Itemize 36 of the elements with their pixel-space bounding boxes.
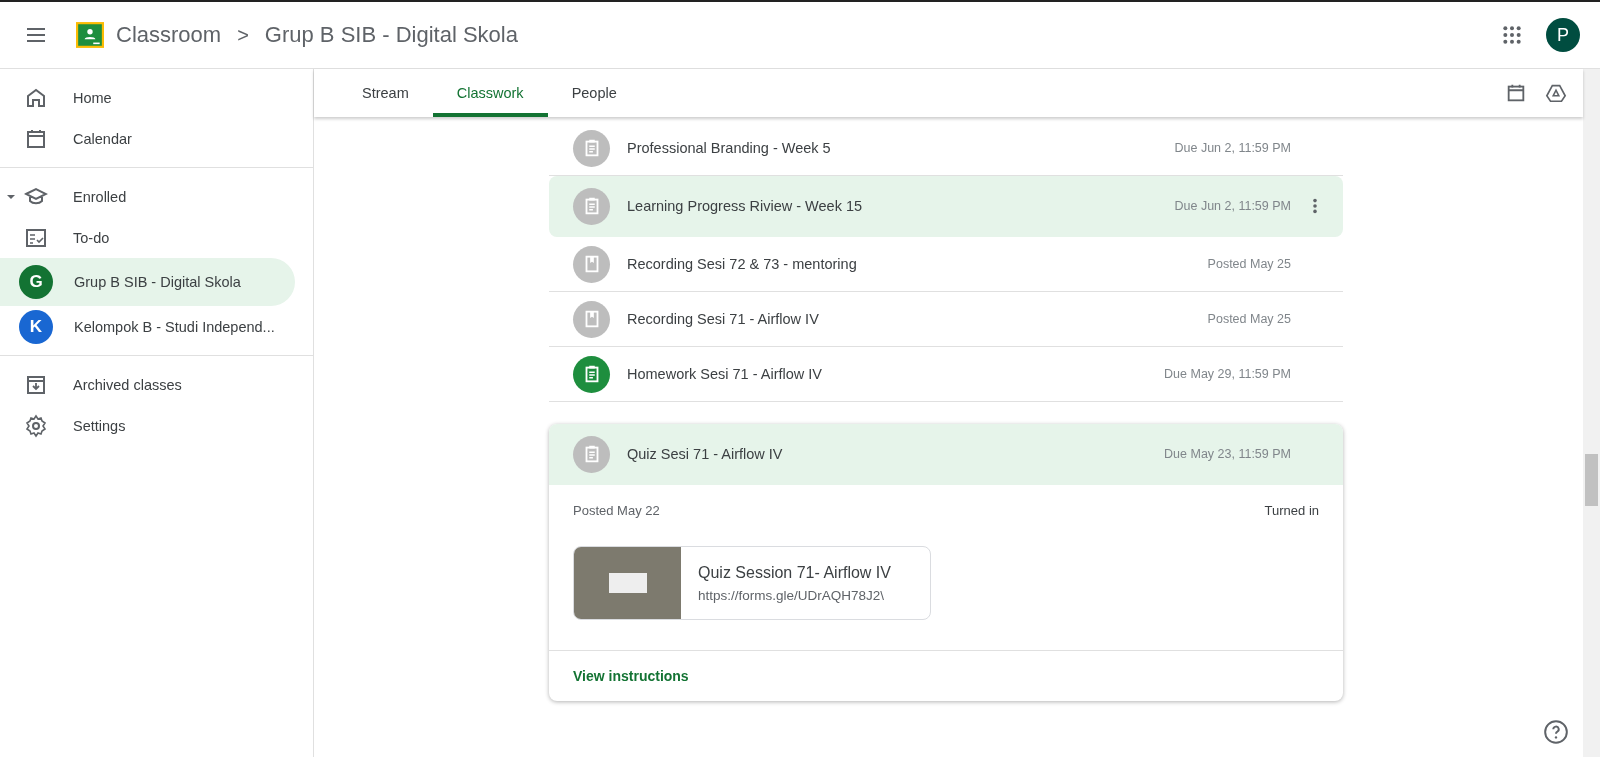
tab[interactable]: Stream: [338, 69, 433, 117]
account-avatar[interactable]: P: [1546, 18, 1580, 52]
classwork-item[interactable]: Quiz Sesi 71 - Airflow IV Due May 23, 11:59 PM: [549, 424, 1343, 485]
view-instructions-link[interactable]: View instructions: [573, 668, 689, 684]
class-avatar: G: [19, 265, 53, 299]
submission-status: Turned in: [1264, 503, 1319, 518]
calendar-icon[interactable]: [1505, 82, 1527, 104]
sidebar-item[interactable]: G Grup B SIB - Digital Skola: [0, 258, 295, 306]
sidebar-item[interactable]: Settings: [0, 405, 295, 446]
classwork-item[interactable]: Recording Sesi 71 - Airflow IV Posted May 25: [549, 292, 1343, 347]
more-options-icon[interactable]: [1312, 197, 1318, 215]
sidebar-item[interactable]: To-do: [0, 217, 295, 258]
attachment-card[interactable]: Quiz Session 71- Airflow IV https://forms.gle/UDrAQH78J2\: [573, 546, 931, 620]
sidebar-item[interactable]: K Kelompok B - Studi Independ...: [0, 306, 295, 347]
sidebar-item[interactable]: Calendar: [0, 118, 295, 159]
class-title: Grup B SIB - Digital Skola: [264, 22, 518, 48]
breadcrumb-separator: >: [237, 23, 249, 47]
drive-icon[interactable]: [1545, 82, 1567, 104]
scrollbar[interactable]: [1583, 69, 1600, 757]
help-icon[interactable]: [1543, 719, 1569, 745]
classwork-item[interactable]: Learning Progress Riview - Week 15 Due Jun 2, 11:59 PM: [549, 176, 1343, 237]
posted-date: Posted May 22: [573, 503, 660, 518]
class-avatar: K: [19, 309, 53, 344]
attachment-title: Quiz Session 71- Airflow IV: [698, 563, 891, 582]
classwork-item[interactable]: Homework Sesi 71 - Airflow IV Due May 29, 11:59 PM: [549, 347, 1343, 402]
sidebar-item[interactable]: Home: [0, 77, 295, 118]
app-name[interactable]: Classroom: [116, 22, 222, 48]
classroom-logo-icon[interactable]: [76, 22, 104, 48]
apps-grid-icon[interactable]: [1502, 25, 1522, 45]
settings-icon: [24, 413, 48, 438]
enrolled-section-header[interactable]: Enrolled: [0, 176, 295, 217]
tab[interactable]: Classwork: [432, 69, 548, 117]
sidebar-item[interactable]: Archived classes: [0, 364, 295, 405]
attachment-url: https://forms.gle/UDrAQH78J2\: [698, 587, 886, 603]
tab[interactable]: People: [547, 69, 641, 117]
classwork-item[interactable]: Recording Sesi 72 & 73 - mentoring Posted May 25: [549, 237, 1343, 292]
